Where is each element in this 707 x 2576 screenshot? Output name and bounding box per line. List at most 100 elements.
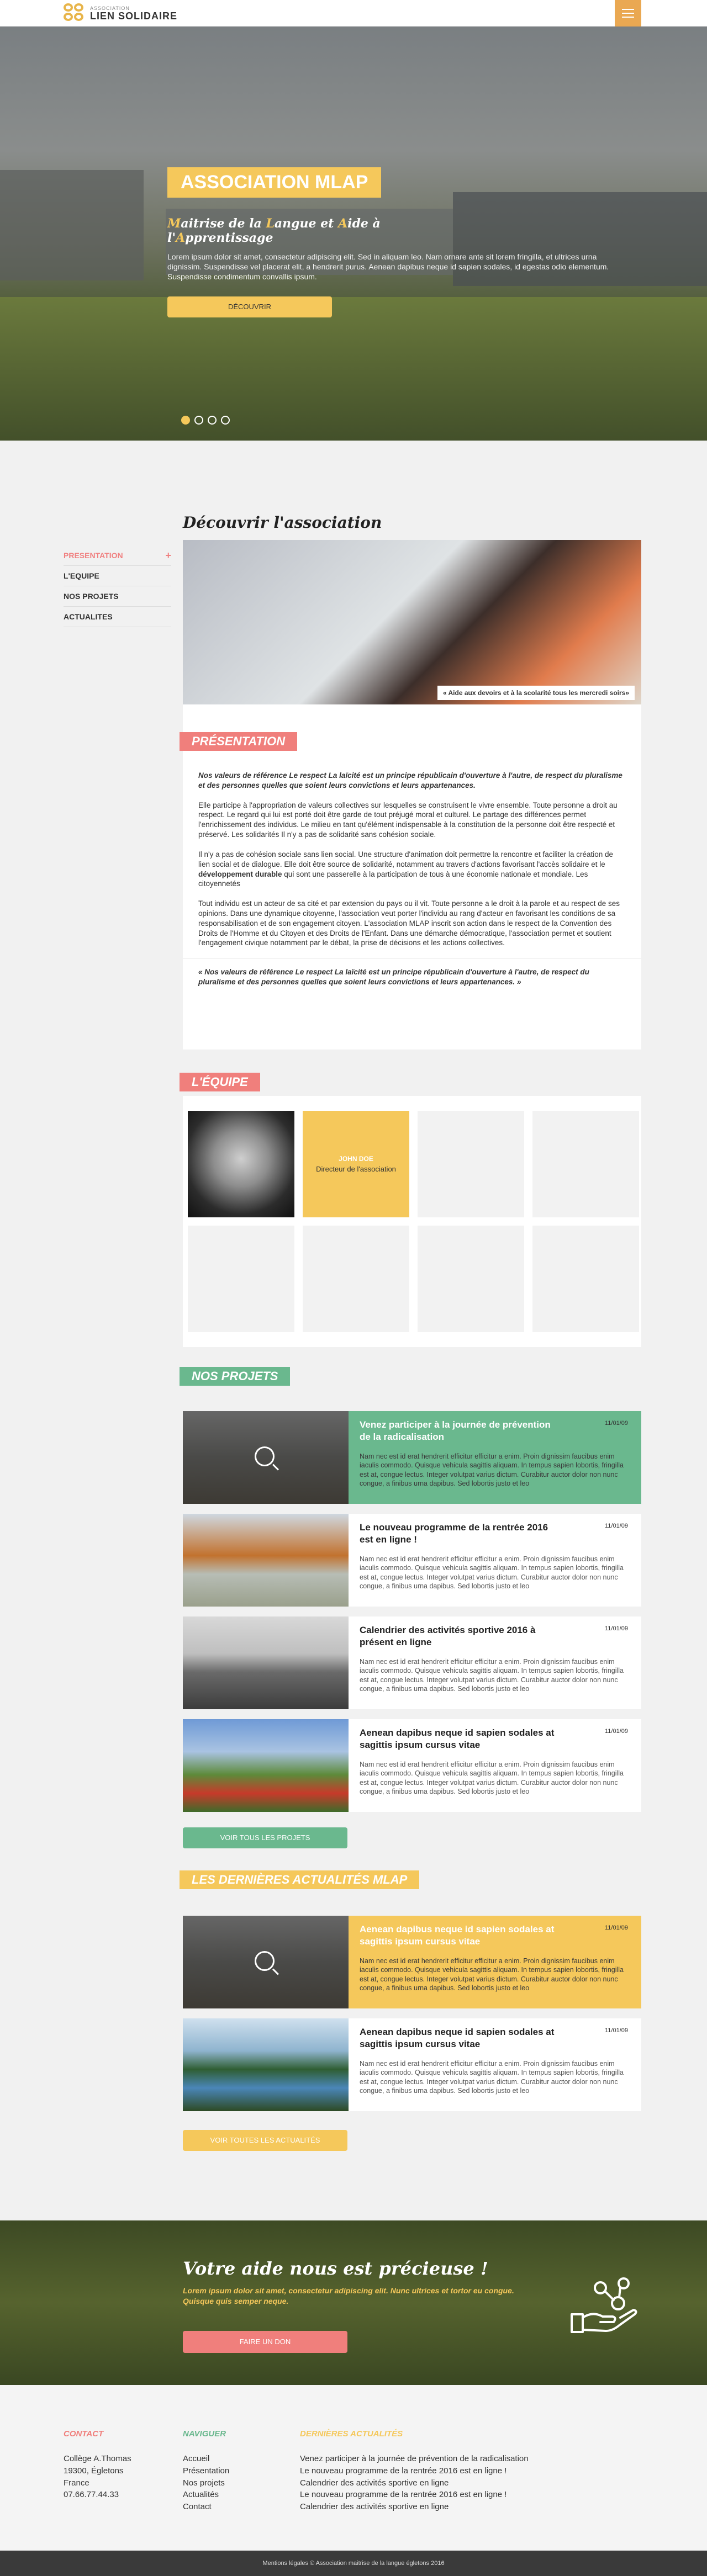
sidebar-item-presentation[interactable]: PRESENTATION + (64, 545, 171, 566)
discover-image: « Aide aux devoirs et à la scolarité tou… (183, 540, 641, 704)
footer: CONTACT Collège A.Thomas 19300, Égletons… (0, 2385, 707, 2551)
footer-news-link[interactable]: Calendrier des activités sportive en lig… (300, 2501, 529, 2513)
discover-button[interactable]: DÉCOUVRIR (167, 296, 332, 317)
team-section: JOHN DOE Directeur de l'association (183, 1096, 641, 1347)
footer-news-link[interactable]: Le nouveau programme de la rentrée 2016 … (300, 2465, 529, 2477)
donate-text: Lorem ipsum dolor sit amet, consectetur … (183, 2286, 514, 2305)
news-date: 11/01/09 (604, 2027, 628, 2034)
footer-nav-link[interactable]: Actualités (183, 2489, 229, 2501)
logo-icon (64, 3, 86, 23)
news-card[interactable]: Aenean dapibus neque id sapien sodales a… (183, 1916, 641, 2008)
zoom-icon[interactable] (255, 1951, 275, 1971)
all-news-button[interactable]: VOIR TOUTES LES ACTUALITÉS (183, 2130, 347, 2151)
footer-nav: NAVIGUER Accueil Présentation Nos projet… (183, 2429, 229, 2513)
project-card[interactable]: Le nouveau programme de la rentrée 2016 … (183, 1514, 641, 1607)
news-title[interactable]: Aenean dapibus neque id sapien sodales a… (360, 2026, 558, 2050)
hero-title: ASSOCIATION MLAP (167, 167, 382, 198)
logo-main-text: LIEN SOLIDAIRE (90, 10, 178, 22)
sidebar-item-equipe[interactable]: L'EQUIPE (64, 566, 171, 586)
team-member-role: Directeur de l'association (316, 1165, 396, 1173)
slider-dot[interactable] (221, 416, 230, 425)
team-member-placeholder (532, 1226, 639, 1332)
team-member-placeholder (418, 1226, 524, 1332)
footer-nav-link[interactable]: Accueil (183, 2453, 229, 2465)
project-text: Nam nec est id erat hendrerit efficitur … (360, 1555, 624, 1590)
project-title[interactable]: Le nouveau programme de la rentrée 2016 … (360, 1522, 558, 1546)
hero-slider: ASSOCIATION MLAP Maitrise de la Langue e… (0, 26, 707, 441)
footer-news-link[interactable]: Calendrier des activités sportive en lig… (300, 2477, 529, 2489)
footer-nav-link[interactable]: Contact (183, 2501, 229, 2513)
project-title[interactable]: Calendrier des activités sportive 2016 à… (360, 1624, 558, 1649)
presentation-quote: « Nos valeurs de référence Le respect La… (198, 968, 589, 986)
logo[interactable]: ASSOCIATION LIEN SOLIDAIRE (64, 3, 177, 23)
slider-dots (181, 416, 230, 425)
slider-dot[interactable] (208, 416, 217, 425)
donate-button[interactable]: FAIRE UN DON (183, 2331, 347, 2353)
donation-hand-icon (571, 2277, 637, 2333)
all-projects-button[interactable]: VOIR TOUS LES PROJETS (183, 1827, 347, 1848)
donate-banner: Votre aide nous est précieuse ! Lorem ip… (0, 2220, 707, 2385)
zoom-icon[interactable] (255, 1446, 275, 1466)
footer-contact: CONTACT Collège A.Thomas 19300, Égletons… (64, 2429, 131, 2501)
team-member-photo[interactable] (188, 1111, 294, 1217)
image-caption: « Aide aux devoirs et à la scolarité tou… (437, 686, 635, 700)
project-date: 11/01/09 (604, 1728, 628, 1735)
team-member-name: JOHN DOE (339, 1155, 373, 1163)
presentation-section: Nos valeurs de référence Le respect La l… (183, 704, 641, 1050)
footer-contact-line: France (64, 2478, 89, 2488)
project-card[interactable]: Venez participer à la journée de prévent… (183, 1411, 641, 1504)
sidebar: PRESENTATION + L'EQUIPE NOS PROJETS ACTUA… (64, 545, 171, 627)
footer-news-link[interactable]: Venez participer à la journée de prévent… (300, 2453, 529, 2465)
slider-dot[interactable] (194, 416, 203, 425)
news-card[interactable]: Aenean dapibus neque id sapien sodales a… (183, 2018, 641, 2111)
footer-contact-line: 07.66.77.44.33 (64, 2490, 119, 2500)
sidebar-item-actualites[interactable]: ACTUALITES (64, 607, 171, 627)
top-bar: ASSOCIATION LIEN SOLIDAIRE (0, 0, 707, 26)
team-tag: L'ÉQUIPE (180, 1073, 260, 1091)
footer-contact-line: 19300, Égletons (64, 2466, 124, 2476)
team-member-card[interactable]: JOHN DOE Directeur de l'association (303, 1111, 409, 1217)
project-text: Nam nec est id erat hendrerit efficitur … (360, 1761, 624, 1795)
presentation-paragraph: Elle participe à l'appropriation de vale… (198, 801, 618, 839)
news-text: Nam nec est id erat hendrerit efficitur … (360, 1957, 624, 1992)
hero-subtitle: Maitrise de la Langue et Aide à l'Appren… (167, 216, 381, 245)
project-text: Nam nec est id erat hendrerit efficitur … (360, 1453, 624, 1487)
news-date: 11/01/09 (604, 1925, 628, 1931)
footer-nav-link[interactable]: Nos projets (183, 2477, 229, 2489)
menu-icon[interactable] (615, 0, 641, 26)
presentation-paragraph: Il n'y a pas de cohésion sociale sans li… (198, 850, 614, 888)
project-text: Nam nec est id erat hendrerit efficitur … (360, 1658, 624, 1693)
discover-title: Découvrir l'association (183, 513, 382, 532)
plus-icon: + (165, 550, 171, 561)
team-member-placeholder (418, 1111, 524, 1217)
news-title[interactable]: Aenean dapibus neque id sapien sodales a… (360, 1923, 558, 1948)
presentation-paragraph: Tout individu est un acteur de sa cité e… (198, 899, 620, 947)
team-member-placeholder (532, 1111, 639, 1217)
footer-news: DERNIÈRES ACTUALITÉS Venez participer à … (300, 2429, 529, 2513)
project-date: 11/01/09 (604, 1420, 628, 1427)
sidebar-item-projets[interactable]: NOS PROJETS (64, 586, 171, 607)
footer-news-link[interactable]: Le nouveau programme de la rentrée 2016 … (300, 2489, 529, 2501)
team-member-placeholder (303, 1226, 409, 1332)
project-date: 11/01/09 (604, 1625, 628, 1632)
donate-title: Votre aide nous est précieuse ! (183, 2258, 488, 2279)
projects-tag: NOS PROJETS (180, 1367, 291, 1386)
footer-news-title: DERNIÈRES ACTUALITÉS (300, 2429, 403, 2439)
project-card[interactable]: Aenean dapibus neque id sapien sodales a… (183, 1719, 641, 1812)
project-date: 11/01/09 (604, 1523, 628, 1529)
footer-nav-link[interactable]: Présentation (183, 2465, 229, 2477)
news-text: Nam nec est id erat hendrerit efficitur … (360, 2060, 624, 2095)
footer-nav-title: NAVIGUER (183, 2429, 226, 2439)
project-title[interactable]: Aenean dapibus neque id sapien sodales a… (360, 1727, 558, 1751)
footer-contact-line: Collège A.Thomas (64, 2454, 131, 2463)
footer-contact-title: CONTACT (64, 2429, 104, 2439)
presentation-intro: Nos valeurs de référence Le respect La l… (198, 771, 622, 789)
legal-bar[interactable]: Mentions légales © Association maitrise … (0, 2551, 707, 2576)
news-tag: LES DERNIÈRES ACTUALITÉS MLAP (180, 1870, 420, 1889)
project-card[interactable]: Calendrier des activités sportive 2016 à… (183, 1616, 641, 1709)
project-title[interactable]: Venez participer à la journée de prévent… (360, 1419, 558, 1443)
slider-dot[interactable] (181, 416, 190, 425)
hero-text: Lorem ipsum dolor sit amet, consectetur … (167, 252, 609, 282)
team-member-placeholder (188, 1226, 294, 1332)
presentation-tag: PRÉSENTATION (180, 732, 298, 751)
